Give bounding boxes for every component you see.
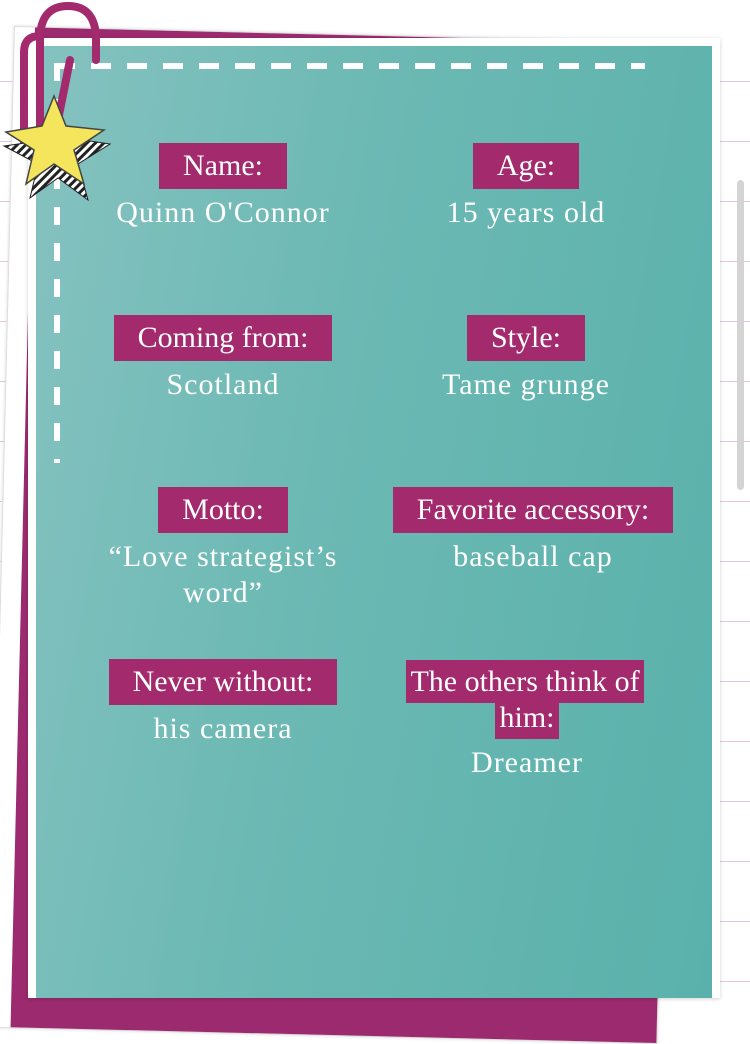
coming-from-label: Coming from: <box>113 315 333 361</box>
field-others-think: The others think of him: Dreamer <box>378 660 676 781</box>
field-age: Age: 15 years old <box>396 143 656 231</box>
motto-value: “Love strategist’s word” <box>108 540 338 609</box>
coming-from-value: Scotland <box>166 368 280 401</box>
field-motto: Motto: “Love strategist’s word” <box>93 487 353 611</box>
others-think-value: Dreamer <box>471 746 583 779</box>
never-without-value: his camera <box>153 712 293 745</box>
field-never-without: Never without: his camera <box>93 659 353 747</box>
field-coming-from: Coming from: Scotland <box>93 315 353 403</box>
dashed-border-top <box>55 63 645 69</box>
age-label: Age: <box>472 143 580 189</box>
style-value: Tame grunge <box>441 368 610 401</box>
favorite-accessory-label: Favorite accessory: <box>392 487 674 533</box>
name-label: Name: <box>159 143 287 189</box>
age-value: 15 years old <box>446 196 606 229</box>
favorite-accessory-value: baseball cap <box>453 540 613 573</box>
scrollbar[interactable] <box>737 180 744 490</box>
name-value: Quinn O'Connor <box>116 196 330 229</box>
others-think-label: The others think of him: <box>406 660 644 739</box>
style-label: Style: <box>466 315 585 361</box>
field-name: Name: Quinn O'Connor <box>93 143 353 231</box>
field-style: Style: Tame grunge <box>396 315 656 403</box>
motto-label: Motto: <box>158 487 288 533</box>
never-without-label: Never without: <box>108 659 338 705</box>
field-favorite-accessory: Favorite accessory: baseball cap <box>370 487 696 575</box>
